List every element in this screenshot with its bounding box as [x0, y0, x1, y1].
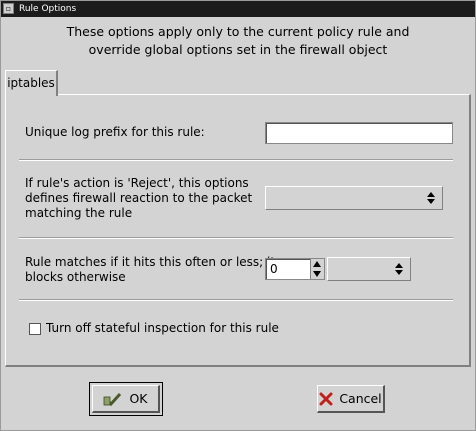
- check-icon: [104, 392, 122, 406]
- limit-value: 0: [270, 262, 278, 276]
- cancel-button-label: Cancel: [339, 391, 382, 406]
- log-prefix-input[interactable]: [265, 122, 453, 144]
- red-x-icon: [319, 392, 333, 405]
- title-bar[interactable]: ▫ Rule Options: [1, 1, 475, 17]
- window-title: Rule Options: [19, 4, 77, 14]
- cancel-button[interactable]: Cancel: [317, 385, 385, 413]
- spin-up-icon: [313, 261, 321, 267]
- ok-button[interactable]: OK: [89, 382, 163, 416]
- reject-label-line-1: If rule's action is 'Reject', this optio…: [25, 176, 249, 190]
- separator-2: [19, 237, 453, 239]
- ok-button-label: OK: [129, 391, 148, 406]
- limit-label-line-2: blocks otherwise: [25, 270, 126, 284]
- reject-label: If rule's action is 'Reject', this optio…: [25, 176, 252, 221]
- stateless-label[interactable]: Turn off stateful inspection for this ru…: [46, 321, 279, 336]
- header-line-1: These options apply only to the current …: [66, 24, 410, 39]
- limit-label: Rule matches if it hits this often or le…: [25, 255, 275, 285]
- limit-unit-select[interactable]: [327, 257, 411, 281]
- header-line-2: override global options set in the firew…: [88, 42, 388, 57]
- separator-1: [19, 159, 453, 161]
- rule-options-dialog: ▫ Rule Options These options apply only …: [0, 0, 476, 431]
- reject-label-line-2: defines firewall reaction to the packet: [25, 191, 253, 205]
- dialog-header: These options apply only to the current …: [1, 23, 475, 59]
- separator-3: [19, 299, 453, 301]
- combo-arrows-icon: [420, 187, 442, 209]
- limit-label-line-1: Rule matches if it hits this often or le…: [25, 255, 276, 269]
- tab-iptables-label: iptables: [7, 76, 55, 90]
- reject-label-line-3: matching the rule: [25, 206, 133, 220]
- reject-action-select[interactable]: [265, 186, 443, 210]
- window-icon[interactable]: ▫: [3, 3, 14, 14]
- tab-iptables[interactable]: iptables: [5, 70, 58, 96]
- stateless-checkbox[interactable]: [29, 323, 41, 335]
- combo-arrows-icon: [388, 258, 410, 280]
- log-prefix-label: Unique log prefix for this rule:: [25, 125, 205, 139]
- limit-spinbox[interactable]: 0: [265, 258, 325, 280]
- spin-down-icon: [313, 271, 321, 277]
- spin-buttons[interactable]: [310, 259, 324, 279]
